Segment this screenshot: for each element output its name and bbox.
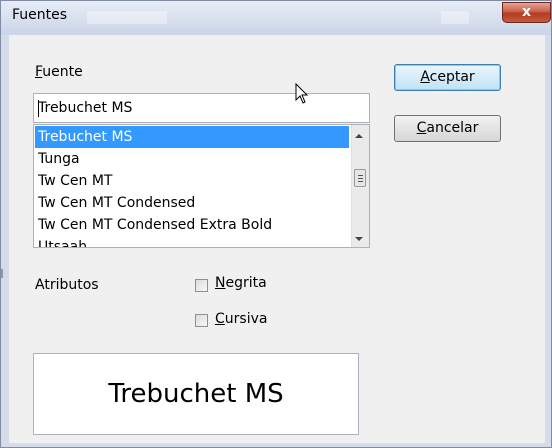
window-edge-mark [1, 269, 3, 278]
preview-text: Trebuchet MS [108, 379, 284, 409]
text-caret [38, 100, 39, 117]
bold-checkbox-label[interactable]: Negrita [215, 275, 267, 291]
grip-line [358, 175, 363, 176]
font-dialog-window: Fuentes x Fuente Trebuchet MS Trebuchet … [0, 0, 552, 448]
dialog-body: Fuente Trebuchet MS Trebuchet MS Tunga T… [9, 35, 545, 443]
close-button[interactable]: x [502, 2, 551, 23]
attributes-label: Atributos [35, 277, 99, 293]
list-item[interactable]: Tunga [35, 148, 349, 170]
accept-button[interactable]: Aceptar [394, 64, 501, 91]
scroll-down-arrow-icon[interactable] [355, 237, 363, 241]
scroll-up-arrow-icon[interactable] [355, 134, 363, 138]
title-bar[interactable]: Fuentes x [1, 1, 551, 35]
grip-line [358, 178, 363, 179]
list-item[interactable]: Utsaah [35, 236, 349, 247]
list-item[interactable]: Tw Cen MT Condensed [35, 192, 349, 214]
italic-checkbox-label[interactable]: Cursiva [215, 311, 267, 327]
list-item[interactable]: Tw Cen MT [35, 170, 349, 192]
window-title: Fuentes [12, 7, 68, 23]
arrow-cursor-icon [295, 83, 309, 104]
font-name-input[interactable]: Trebuchet MS [33, 93, 370, 123]
title-bar-shading [441, 11, 469, 24]
font-preview: Trebuchet MS [33, 353, 359, 435]
scroll-thumb[interactable] [354, 169, 366, 187]
grip-line [358, 181, 363, 182]
list-item[interactable]: Trebuchet MS [35, 126, 349, 148]
italic-checkbox[interactable] [195, 314, 208, 327]
font-label: Fuente [35, 64, 83, 80]
cancel-button[interactable]: Cancelar [394, 115, 501, 142]
close-icon: x [521, 4, 532, 20]
list-item[interactable]: Tw Cen MT Condensed Extra Bold [35, 214, 349, 236]
list-scrollbar[interactable] [351, 125, 369, 247]
title-bar-shading [87, 11, 167, 24]
font-listbox[interactable]: Trebuchet MS Tunga Tw Cen MT Tw Cen MT C… [33, 124, 370, 248]
bold-checkbox[interactable] [195, 279, 208, 292]
